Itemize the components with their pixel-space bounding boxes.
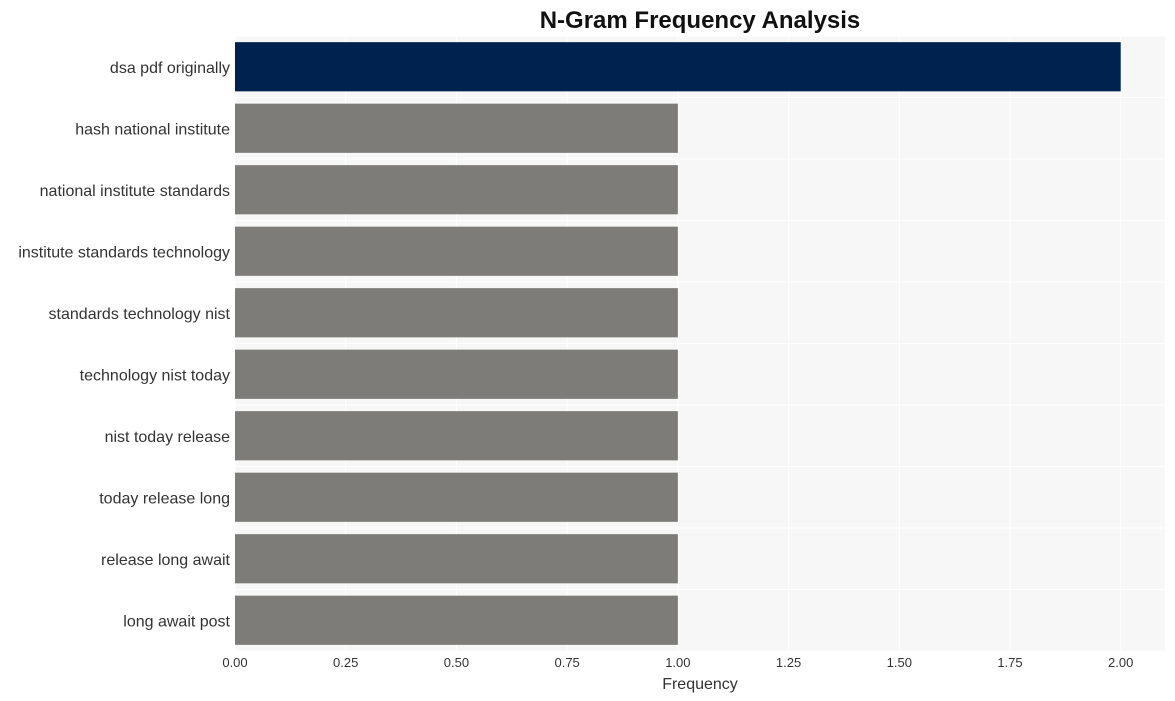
x-tick-label: 1.00 (665, 655, 690, 670)
x-tick-label: 1.75 (997, 655, 1022, 670)
x-tick-labels: 0.00 0.25 0.50 0.75 1.00 1.25 1.50 1.75 2.00 (222, 655, 1133, 670)
y-tick-label: nist today release (105, 429, 231, 446)
x-tick-label: 0.75 (554, 655, 579, 670)
bar (235, 472, 678, 522)
chart-title: N-Gram Frequency Analysis (540, 7, 861, 34)
bar (235, 165, 678, 215)
chart: dsa pdf originally hash national institut… (18, 7, 1165, 693)
y-tick-label: national institute standards (40, 183, 230, 200)
x-tick-label: 0.00 (222, 655, 247, 670)
y-tick-label: technology nist today (80, 367, 230, 384)
y-tick-label: long await post (123, 613, 230, 630)
bar (235, 534, 678, 584)
x-tick-label: 0.25 (333, 655, 358, 670)
x-tick-label: 2.00 (1108, 655, 1133, 670)
bar (235, 595, 678, 645)
bar (235, 411, 678, 461)
y-tick-label: institute standards technology (18, 244, 230, 261)
y-tick-labels: dsa pdf originally hash national institut… (18, 60, 230, 631)
y-tick-label: release long await (101, 552, 231, 569)
y-tick-label: hash national institute (75, 121, 230, 138)
bar (235, 288, 678, 338)
y-tick-label: dsa pdf originally (110, 60, 230, 77)
y-tick-label: standards technology nist (49, 306, 231, 323)
y-tick-label: today release long (99, 490, 230, 507)
x-tick-label: 1.25 (776, 655, 801, 670)
bar (235, 42, 1121, 92)
x-tick-label: 1.50 (887, 655, 912, 670)
bar (235, 349, 678, 399)
x-tick-label: 0.50 (444, 655, 469, 670)
x-axis-label: Frequency (662, 676, 738, 693)
bar (235, 103, 678, 153)
bar (235, 226, 678, 276)
